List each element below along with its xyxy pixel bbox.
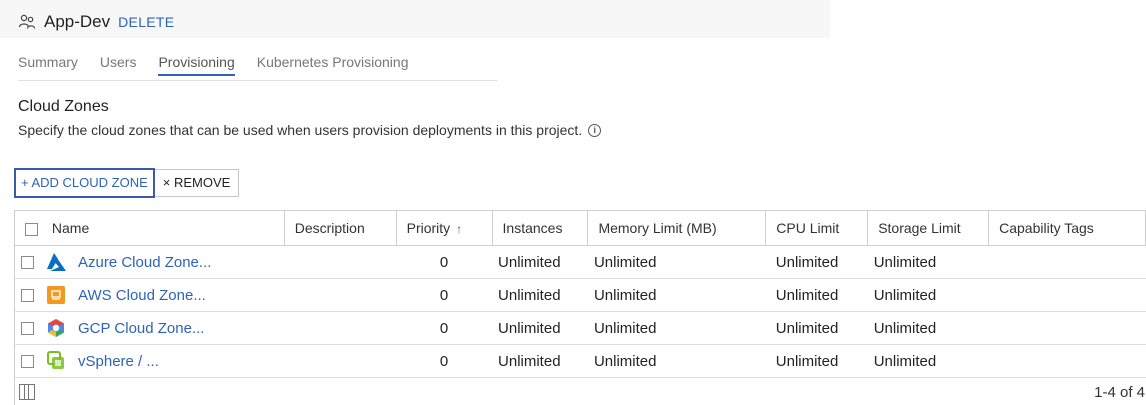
table-header-row: Name Description Priority ↑ Instances Me… bbox=[14, 210, 1146, 246]
select-all-checkbox[interactable] bbox=[25, 222, 38, 236]
row-checkbox[interactable] bbox=[21, 354, 34, 368]
memory-limit-cell: Unlimited bbox=[587, 344, 766, 378]
column-header-name[interactable]: Name bbox=[14, 210, 285, 246]
section-description: Specify the cloud zones that can be used… bbox=[18, 122, 602, 138]
tabs-divider bbox=[18, 80, 498, 81]
column-header-priority[interactable]: Priority ↑ bbox=[395, 210, 493, 246]
action-toolbar: + ADD CLOUD ZONE × REMOVE bbox=[14, 168, 240, 198]
add-cloud-zone-button[interactable]: + ADD CLOUD ZONE bbox=[14, 168, 155, 198]
column-header-cpu-limit[interactable]: CPU Limit bbox=[765, 210, 869, 246]
storage-limit-cell: Unlimited bbox=[867, 245, 989, 279]
priority-cell: 0 bbox=[396, 278, 493, 312]
tab-kubernetes-provisioning[interactable]: Kubernetes Provisioning bbox=[257, 54, 409, 76]
cpu-limit-cell: Unlimited bbox=[765, 311, 868, 345]
instances-cell: Unlimited bbox=[492, 344, 588, 378]
cloud-zones-table: Name Description Priority ↑ Instances Me… bbox=[14, 210, 1146, 378]
cpu-limit-cell: Unlimited bbox=[765, 278, 868, 312]
section-title: Cloud Zones bbox=[18, 98, 109, 115]
capability-tags-cell bbox=[988, 344, 1146, 378]
columns-icon[interactable] bbox=[19, 384, 35, 400]
zone-name-link[interactable]: vSphere / ... bbox=[78, 353, 159, 370]
capability-tags-cell bbox=[988, 311, 1146, 345]
table-footer: 1-4 of 4 bbox=[14, 378, 1146, 405]
description-cell bbox=[284, 245, 397, 279]
cpu-limit-cell: Unlimited bbox=[765, 245, 868, 279]
gcp-icon bbox=[48, 319, 64, 337]
remove-button[interactable]: × REMOVE bbox=[154, 169, 240, 197]
name-cell: Azure Cloud Zone... bbox=[14, 245, 285, 279]
column-header-label: Priority bbox=[406, 220, 451, 236]
tab-users[interactable]: Users bbox=[100, 54, 137, 76]
delete-button[interactable]: DELETE bbox=[118, 14, 174, 30]
project-title: App-Dev bbox=[44, 12, 111, 31]
column-header-capability-tags[interactable]: Capability Tags bbox=[988, 210, 1146, 246]
table-row: Azure Cloud Zone... 0 Unlimited Unlimite… bbox=[14, 245, 1146, 279]
row-checkbox[interactable] bbox=[21, 255, 34, 269]
memory-limit-cell: Unlimited bbox=[587, 311, 766, 345]
cpu-limit-cell: Unlimited bbox=[765, 344, 868, 378]
description-cell bbox=[284, 278, 397, 312]
project-header: App-Dev DELETE bbox=[18, 10, 174, 34]
zone-name-link[interactable]: Azure Cloud Zone... bbox=[78, 254, 211, 271]
azure-icon bbox=[47, 253, 66, 271]
instances-cell: Unlimited bbox=[492, 245, 588, 279]
zone-name-link[interactable]: AWS Cloud Zone... bbox=[78, 287, 206, 304]
vsphere-icon bbox=[47, 351, 64, 369]
pagination-text: 1-4 of 4 bbox=[1094, 384, 1145, 401]
description-cell bbox=[284, 344, 397, 378]
priority-cell: 0 bbox=[396, 311, 493, 345]
name-cell: vSphere / ... bbox=[14, 344, 285, 378]
description-cell bbox=[284, 311, 397, 345]
table-row: GCP Cloud Zone... 0 Unlimited Unlimited … bbox=[14, 311, 1146, 345]
row-checkbox[interactable] bbox=[21, 321, 34, 335]
storage-limit-cell: Unlimited bbox=[867, 344, 989, 378]
zone-name-link[interactable]: GCP Cloud Zone... bbox=[78, 320, 204, 337]
column-header-instances[interactable]: Instances bbox=[491, 210, 589, 246]
name-cell: AWS Cloud Zone... bbox=[14, 278, 285, 312]
row-checkbox[interactable] bbox=[21, 288, 34, 302]
capability-tags-cell bbox=[988, 245, 1146, 279]
sort-ascending-icon: ↑ bbox=[456, 222, 463, 236]
priority-cell: 0 bbox=[396, 245, 493, 279]
capability-tags-cell bbox=[988, 278, 1146, 312]
column-header-memory-limit[interactable]: Memory Limit (MB) bbox=[587, 210, 767, 246]
tab-provisioning[interactable]: Provisioning bbox=[158, 54, 236, 76]
table-row: vSphere / ... 0 Unlimited Unlimited Unli… bbox=[14, 344, 1146, 378]
instances-cell: Unlimited bbox=[492, 311, 588, 345]
aws-icon bbox=[47, 286, 65, 304]
column-header-description[interactable]: Description bbox=[283, 210, 397, 246]
name-cell: GCP Cloud Zone... bbox=[14, 311, 285, 345]
info-icon[interactable]: i bbox=[588, 123, 602, 137]
memory-limit-cell: Unlimited bbox=[587, 245, 766, 279]
tab-summary[interactable]: Summary bbox=[18, 54, 78, 76]
instances-cell: Unlimited bbox=[492, 278, 588, 312]
storage-limit-cell: Unlimited bbox=[867, 278, 989, 312]
priority-cell: 0 bbox=[396, 344, 493, 378]
tab-bar: Summary Users Provisioning Kubernetes Pr… bbox=[18, 54, 409, 76]
column-header-storage-limit[interactable]: Storage Limit bbox=[867, 210, 990, 246]
column-header-label: Name bbox=[51, 220, 90, 236]
table-row: AWS Cloud Zone... 0 Unlimited Unlimited … bbox=[14, 278, 1146, 312]
group-icon bbox=[18, 14, 36, 29]
storage-limit-cell: Unlimited bbox=[867, 311, 989, 345]
section-description-text: Specify the cloud zones that can be used… bbox=[18, 122, 583, 138]
memory-limit-cell: Unlimited bbox=[587, 278, 766, 312]
